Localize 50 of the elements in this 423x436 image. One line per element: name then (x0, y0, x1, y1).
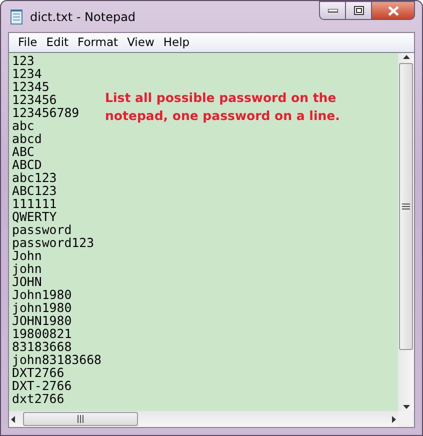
text-line: 123456 (12, 93, 57, 106)
text-line: 111111 (12, 197, 57, 210)
scroll-right-arrow-icon[interactable] (392, 416, 396, 422)
menu-item[interactable]: Format (74, 34, 124, 52)
text-line: john (12, 262, 42, 275)
menu-item[interactable]: Help (160, 34, 196, 52)
text-line: 19800821 (12, 327, 72, 340)
menu-item[interactable]: File (15, 34, 44, 52)
horizontal-scrollbar[interactable] (9, 411, 398, 427)
text-line: ABC (12, 145, 34, 158)
close-button[interactable] (371, 1, 415, 20)
maximize-button[interactable] (345, 1, 371, 20)
minimize-button[interactable] (319, 1, 345, 20)
scroll-up-arrow-icon[interactable] (402, 55, 410, 59)
annotation-text: List all possible password on the notepad, one password on a line. (105, 89, 341, 125)
text-line: 123 (12, 54, 34, 67)
window-title: dict.txt - Notepad (30, 8, 136, 26)
menu-item[interactable]: Edit (43, 34, 75, 52)
text-line: DXT-2766 (12, 379, 72, 392)
text-line: DXT2766 (12, 366, 64, 379)
minimize-icon (328, 8, 338, 12)
text-line: John (12, 249, 42, 262)
text-line: abc123 (12, 171, 57, 184)
text-line: abc (12, 119, 34, 132)
text-area[interactable] (9, 53, 398, 411)
text-line: john1980 (12, 301, 72, 314)
text-line: John1980 (12, 288, 72, 301)
text-line: 1234 (12, 67, 42, 80)
notepad-icon (9, 8, 25, 24)
text-line: 83183668 (12, 340, 72, 353)
maximize-icon (354, 6, 364, 15)
close-icon (388, 6, 398, 16)
text-line: ABCD (12, 158, 42, 171)
text-line: abcd (12, 132, 42, 145)
text-line: john83183668 (12, 353, 102, 366)
text-line: 12345 (12, 80, 50, 93)
text-line: dxt2766 (12, 392, 64, 405)
text-line: 123456789 (12, 106, 80, 119)
text-line: JOHN1980 (12, 314, 72, 327)
text-line: QWERTY (12, 210, 57, 223)
text-line: password (12, 223, 72, 236)
text-line: ABC123 (12, 184, 57, 197)
grip-icon (77, 415, 84, 423)
text-line: password123 (12, 236, 94, 249)
vertical-scrollbar[interactable] (398, 53, 414, 411)
menu-item[interactable]: View (124, 34, 160, 52)
text-line: JOHN (12, 275, 42, 288)
scroll-left-arrow-icon[interactable] (11, 416, 15, 422)
grip-icon (402, 203, 410, 210)
scroll-down-arrow-icon[interactable] (402, 405, 410, 409)
